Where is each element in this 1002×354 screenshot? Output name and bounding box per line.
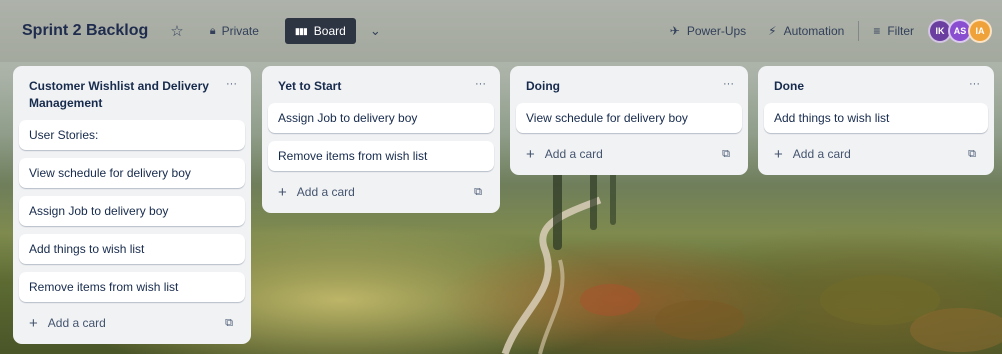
list-doing: Doing ··· View schedule for delivery boy… xyxy=(510,66,748,175)
card[interactable]: Add things to wish list xyxy=(764,103,988,133)
list-header: Yet to Start ··· xyxy=(268,76,494,103)
board-header: Sprint 2 Backlog ☆ 🔒︎ Private ▮▮▮ Board … xyxy=(0,0,1002,62)
card-template-icon[interactable]: ⧉ xyxy=(225,317,233,330)
board-view-label: Board xyxy=(313,24,346,38)
background-shrub xyxy=(580,284,640,316)
list-title[interactable]: Doing xyxy=(526,78,560,95)
add-card-label: Add a card xyxy=(544,147,603,161)
add-card-button[interactable]: + Add a card xyxy=(278,184,355,201)
lock-icon: 🔒︎ xyxy=(209,24,216,37)
card[interactable]: User Stories: xyxy=(19,120,245,150)
plus-icon: + xyxy=(526,145,535,163)
filter-label: Filter xyxy=(887,24,914,38)
card-template-icon[interactable]: ⧉ xyxy=(722,148,730,161)
visibility-label: Private xyxy=(221,24,259,38)
add-card-label: Add a card xyxy=(296,185,355,199)
card[interactable]: Remove items from wish list xyxy=(19,272,245,302)
automation-button[interactable]: ⚡︎ Automation xyxy=(768,24,844,38)
card[interactable]: Assign Job to delivery boy xyxy=(19,196,245,226)
add-card-label: Add a card xyxy=(792,147,851,161)
list-title[interactable]: Customer Wishlist and Delivery Managemen… xyxy=(29,78,214,112)
card[interactable]: Assign Job to delivery boy xyxy=(268,103,494,133)
visibility-button[interactable]: 🔒︎ Private xyxy=(210,24,259,38)
more-options-icon[interactable]: ··· xyxy=(723,78,734,90)
list-title[interactable]: Done xyxy=(774,78,804,95)
more-options-icon[interactable]: ··· xyxy=(969,78,980,90)
list-header: Doing ··· xyxy=(516,76,742,103)
card[interactable]: Remove items from wish list xyxy=(268,141,494,171)
add-card-row: + Add a card ⧉ xyxy=(516,141,742,167)
more-options-icon[interactable]: ··· xyxy=(475,78,486,90)
member-avatars: IK AS IA xyxy=(928,19,992,43)
board-view-button[interactable]: ▮▮▮ Board xyxy=(284,18,356,44)
plus-icon: + xyxy=(29,314,38,332)
card[interactable]: Add things to wish list xyxy=(19,234,245,264)
header-divider xyxy=(858,21,860,41)
card[interactable]: View schedule for delivery boy xyxy=(19,158,245,188)
list-header: Done ··· xyxy=(764,76,988,103)
list-header: Customer Wishlist and Delivery Managemen… xyxy=(19,76,245,120)
background-road-edge xyxy=(538,259,565,354)
lightning-icon: ⚡︎ xyxy=(768,24,777,38)
avatar[interactable]: IA xyxy=(968,19,992,43)
powerups-button[interactable]: ✈︎ Power-Ups xyxy=(670,24,746,38)
add-card-row: + Add a card ⧉ xyxy=(764,141,988,167)
chevron-down-icon[interactable]: ⌄ xyxy=(370,23,381,39)
add-card-row: + Add a card ⧉ xyxy=(19,310,245,336)
board-icon: ▮▮▮ xyxy=(294,25,308,36)
powerups-label: Power-Ups xyxy=(686,24,747,38)
add-card-button[interactable]: + Add a card xyxy=(774,146,851,163)
add-card-button[interactable]: + Add a card xyxy=(526,146,603,163)
list-yet-to-start: Yet to Start ··· Assign Job to delivery … xyxy=(262,66,500,213)
filter-icon: ≡ xyxy=(873,24,881,38)
add-card-row: + Add a card ⧉ xyxy=(268,179,494,205)
filter-button[interactable]: ≡ Filter xyxy=(873,24,914,38)
plus-icon: + xyxy=(278,183,287,201)
plus-icon: + xyxy=(774,145,783,163)
card-template-icon[interactable]: ⧉ xyxy=(968,148,976,161)
more-options-icon[interactable]: ··· xyxy=(226,78,237,90)
background-road xyxy=(501,196,602,354)
card[interactable]: View schedule for delivery boy xyxy=(516,103,742,133)
add-card-label: Add a card xyxy=(47,316,106,330)
rocket-icon: ✈︎ xyxy=(669,24,680,38)
board-title[interactable]: Sprint 2 Backlog xyxy=(22,22,148,40)
card-template-icon[interactable]: ⧉ xyxy=(474,186,482,199)
list-title[interactable]: Yet to Start xyxy=(278,78,341,95)
list-customer-wishlist: Customer Wishlist and Delivery Managemen… xyxy=(13,66,251,344)
background-shrub xyxy=(655,300,745,340)
list-done: Done ··· Add things to wish list + Add a… xyxy=(758,66,994,175)
automation-label: Automation xyxy=(783,24,845,38)
background-cypress-tree xyxy=(610,170,616,225)
star-icon[interactable]: ☆ xyxy=(170,22,183,40)
add-card-button[interactable]: + Add a card xyxy=(29,315,106,332)
